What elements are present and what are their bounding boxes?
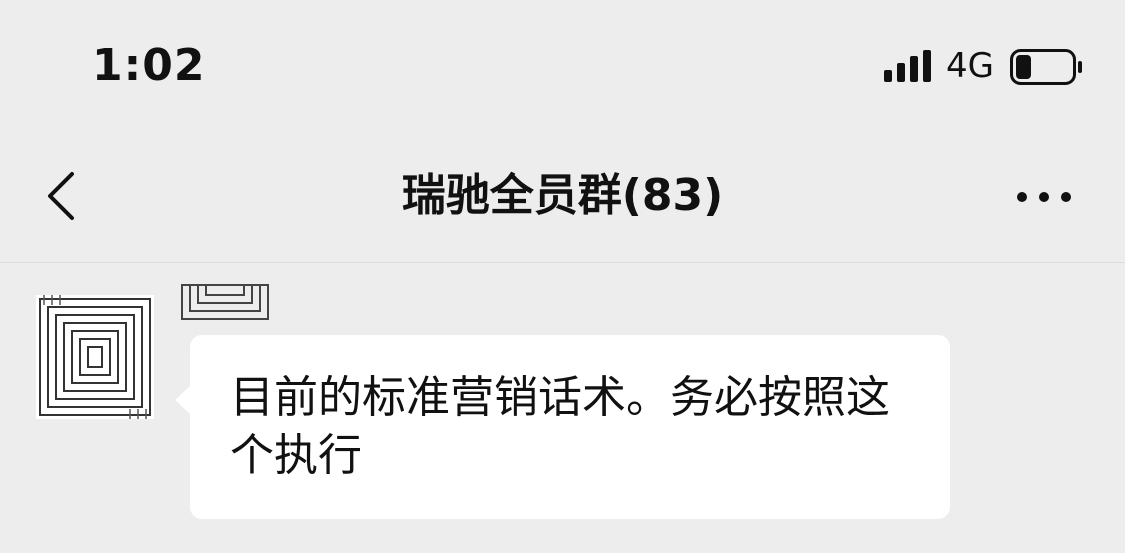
- signal-icon: [884, 50, 931, 82]
- message-bubble[interactable]: 目前的标准营销话术。务必按照这个执行: [175, 335, 950, 519]
- more-dots-icon: [1017, 192, 1027, 202]
- back-button[interactable]: [38, 168, 88, 224]
- sender-name-image: [181, 284, 269, 320]
- chat-header: 1:02 4G 瑞驰全员群(83): [0, 0, 1125, 263]
- message-list: 目前的标准营销话术。务必按照这个执行: [0, 263, 1125, 553]
- chat-title: 瑞驰全员群(83): [401, 170, 724, 221]
- message-text: 目前的标准营销话术。务必按照这个执行: [230, 372, 890, 481]
- battery-icon: [1010, 49, 1082, 85]
- status-time: 1:02: [92, 40, 206, 91]
- bubble-tail: [175, 385, 191, 415]
- chevron-left-icon: [48, 172, 74, 220]
- more-button[interactable]: [1014, 180, 1074, 214]
- network-type: 4G: [946, 46, 994, 86]
- avatar[interactable]: [36, 295, 154, 419]
